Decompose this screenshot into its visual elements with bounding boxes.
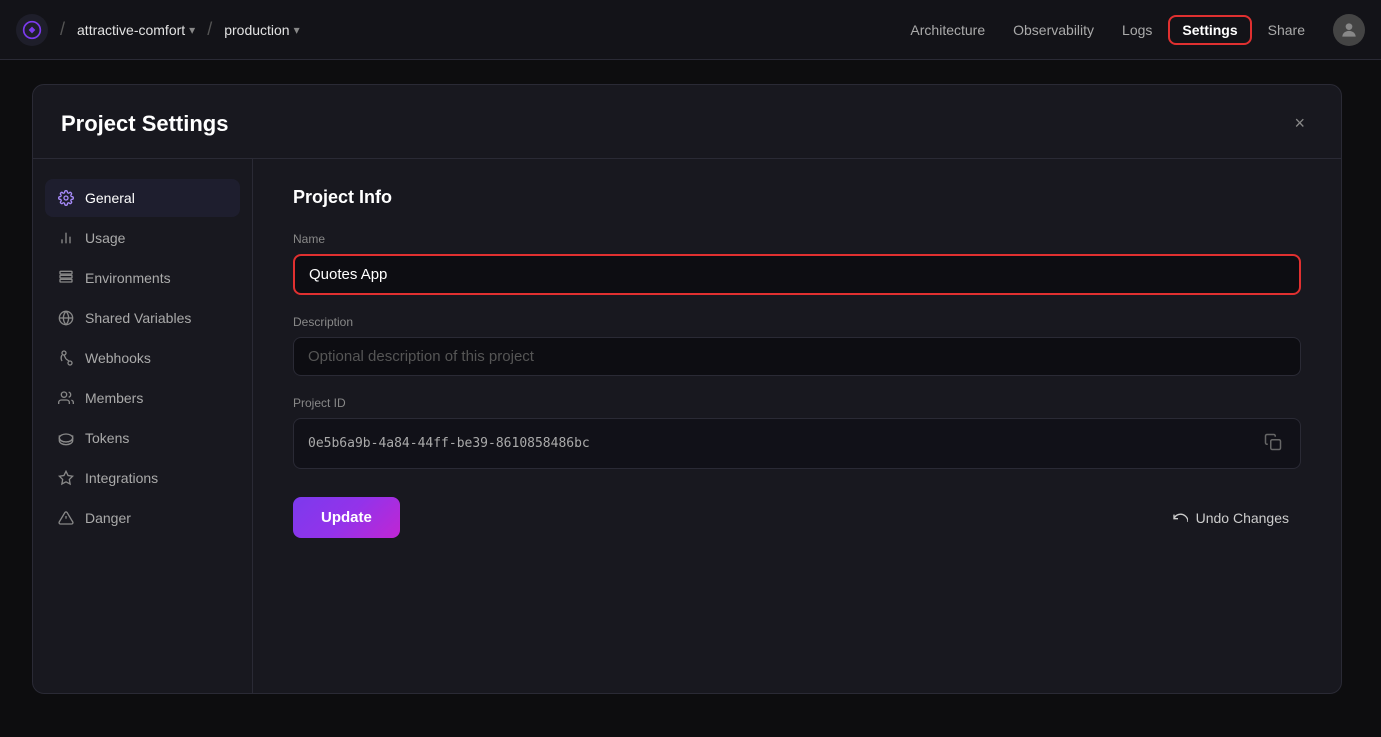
breadcrumb-sep-2: / xyxy=(207,19,212,40)
undo-label: Undo Changes xyxy=(1196,510,1289,526)
nav-settings[interactable]: Settings xyxy=(1168,15,1251,45)
nav-logs[interactable]: Logs xyxy=(1110,16,1164,44)
copy-project-id-button[interactable] xyxy=(1260,429,1286,458)
sidebar-label-members: Members xyxy=(85,390,143,406)
project-name: attractive-comfort xyxy=(77,22,185,38)
sidebar-item-tokens[interactable]: Tokens xyxy=(45,419,240,457)
sidebar-item-environments[interactable]: Environments xyxy=(45,259,240,297)
sidebar-label-environments: Environments xyxy=(85,270,171,286)
undo-button[interactable]: Undo Changes xyxy=(1160,502,1301,534)
project-selector[interactable]: attractive-comfort ▾ xyxy=(77,22,195,38)
globe-icon xyxy=(57,309,75,327)
settings-header: Project Settings × xyxy=(33,85,1341,159)
main-content: Project Settings × General xyxy=(0,60,1381,737)
close-button[interactable]: × xyxy=(1286,109,1313,138)
name-field-group: Name xyxy=(293,232,1301,295)
project-id-field-group: Project ID 0e5b6a9b-4a84-44ff-be39-86108… xyxy=(293,396,1301,469)
integrations-icon xyxy=(57,469,75,487)
layers-icon xyxy=(57,269,75,287)
update-button[interactable]: Update xyxy=(293,497,400,538)
sidebar-item-danger[interactable]: Danger xyxy=(45,499,240,537)
bar-chart-icon xyxy=(57,229,75,247)
settings-sidebar: General Usage xyxy=(33,159,253,693)
sidebar-label-webhooks: Webhooks xyxy=(85,350,151,366)
project-id-value: 0e5b6a9b-4a84-44ff-be39-8610858486bc xyxy=(308,436,590,451)
user-avatar[interactable] xyxy=(1333,14,1365,46)
token-icon xyxy=(57,429,75,447)
project-chevron-icon: ▾ xyxy=(189,23,195,37)
name-label: Name xyxy=(293,232,1301,246)
description-label: Description xyxy=(293,315,1301,329)
breadcrumb-sep-1: / xyxy=(60,19,65,40)
settings-title: Project Settings xyxy=(61,111,228,137)
sidebar-label-danger: Danger xyxy=(85,510,131,526)
description-field-group: Description xyxy=(293,315,1301,376)
gear-icon xyxy=(57,189,75,207)
webhook-icon xyxy=(57,349,75,367)
sidebar-label-usage: Usage xyxy=(85,230,125,246)
section-title: Project Info xyxy=(293,187,1301,208)
sidebar-label-integrations: Integrations xyxy=(85,470,158,486)
project-id-label: Project ID xyxy=(293,396,1301,410)
topbar: / attractive-comfort ▾ / production ▾ Ar… xyxy=(0,0,1381,60)
project-description-input[interactable] xyxy=(293,337,1301,376)
sidebar-item-general[interactable]: General xyxy=(45,179,240,217)
sidebar-item-webhooks[interactable]: Webhooks xyxy=(45,339,240,377)
env-name: production xyxy=(224,22,289,38)
sidebar-item-usage[interactable]: Usage xyxy=(45,219,240,257)
env-selector[interactable]: production ▾ xyxy=(224,22,299,38)
sidebar-item-integrations[interactable]: Integrations xyxy=(45,459,240,497)
project-name-input[interactable] xyxy=(293,254,1301,295)
actions-row: Update Undo Changes xyxy=(293,497,1301,538)
users-icon xyxy=(57,389,75,407)
settings-modal: Project Settings × General xyxy=(32,84,1342,694)
danger-icon xyxy=(57,509,75,527)
sidebar-label-shared-variables: Shared Variables xyxy=(85,310,191,326)
sidebar-item-shared-variables[interactable]: Shared Variables xyxy=(45,299,240,337)
nav-architecture[interactable]: Architecture xyxy=(898,16,997,44)
undo-icon xyxy=(1172,510,1188,526)
project-id-box: 0e5b6a9b-4a84-44ff-be39-8610858486bc xyxy=(293,418,1301,469)
nav-observability[interactable]: Observability xyxy=(1001,16,1106,44)
sidebar-label-general: General xyxy=(85,190,135,206)
settings-main-panel: Project Info Name Description Project ID… xyxy=(253,159,1341,693)
nav-share[interactable]: Share xyxy=(1256,16,1317,44)
app-logo[interactable] xyxy=(16,14,48,46)
top-nav: Architecture Observability Logs Settings… xyxy=(898,15,1317,45)
settings-body: General Usage xyxy=(33,159,1341,693)
sidebar-label-tokens: Tokens xyxy=(85,430,129,446)
sidebar-item-members[interactable]: Members xyxy=(45,379,240,417)
env-chevron-icon: ▾ xyxy=(294,23,300,37)
